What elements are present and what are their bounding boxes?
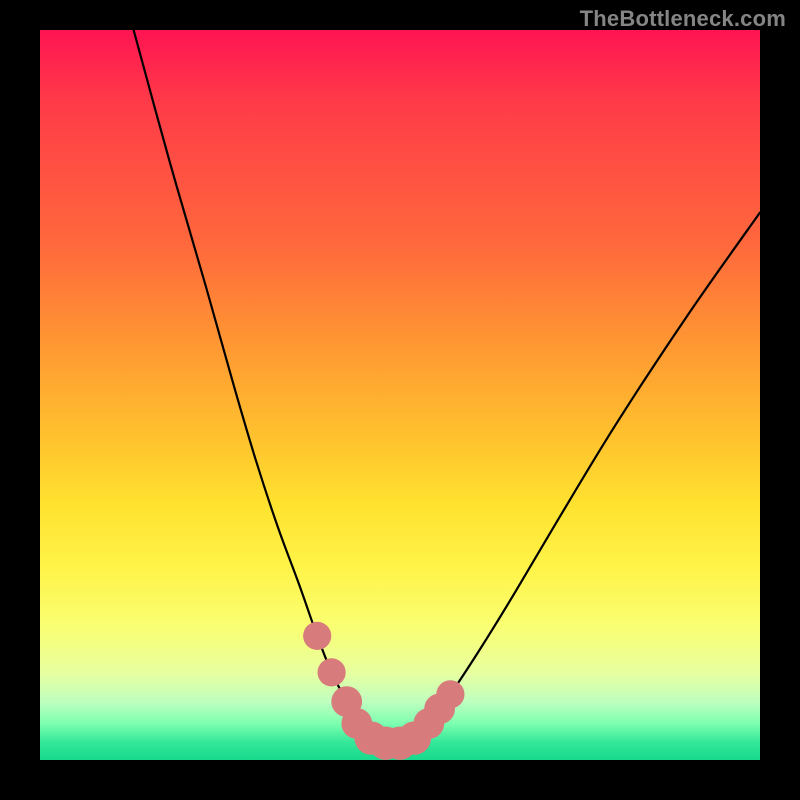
- curve-marker: [318, 658, 346, 686]
- watermark-text: TheBottleneck.com: [580, 6, 786, 32]
- bottleneck-curve: [134, 30, 760, 744]
- curve-marker: [436, 680, 464, 708]
- curve-svg: [40, 30, 760, 760]
- curve-marker: [303, 622, 331, 650]
- chart-frame: TheBottleneck.com: [0, 0, 800, 800]
- plot-area: [40, 30, 760, 760]
- marker-group: [303, 622, 464, 760]
